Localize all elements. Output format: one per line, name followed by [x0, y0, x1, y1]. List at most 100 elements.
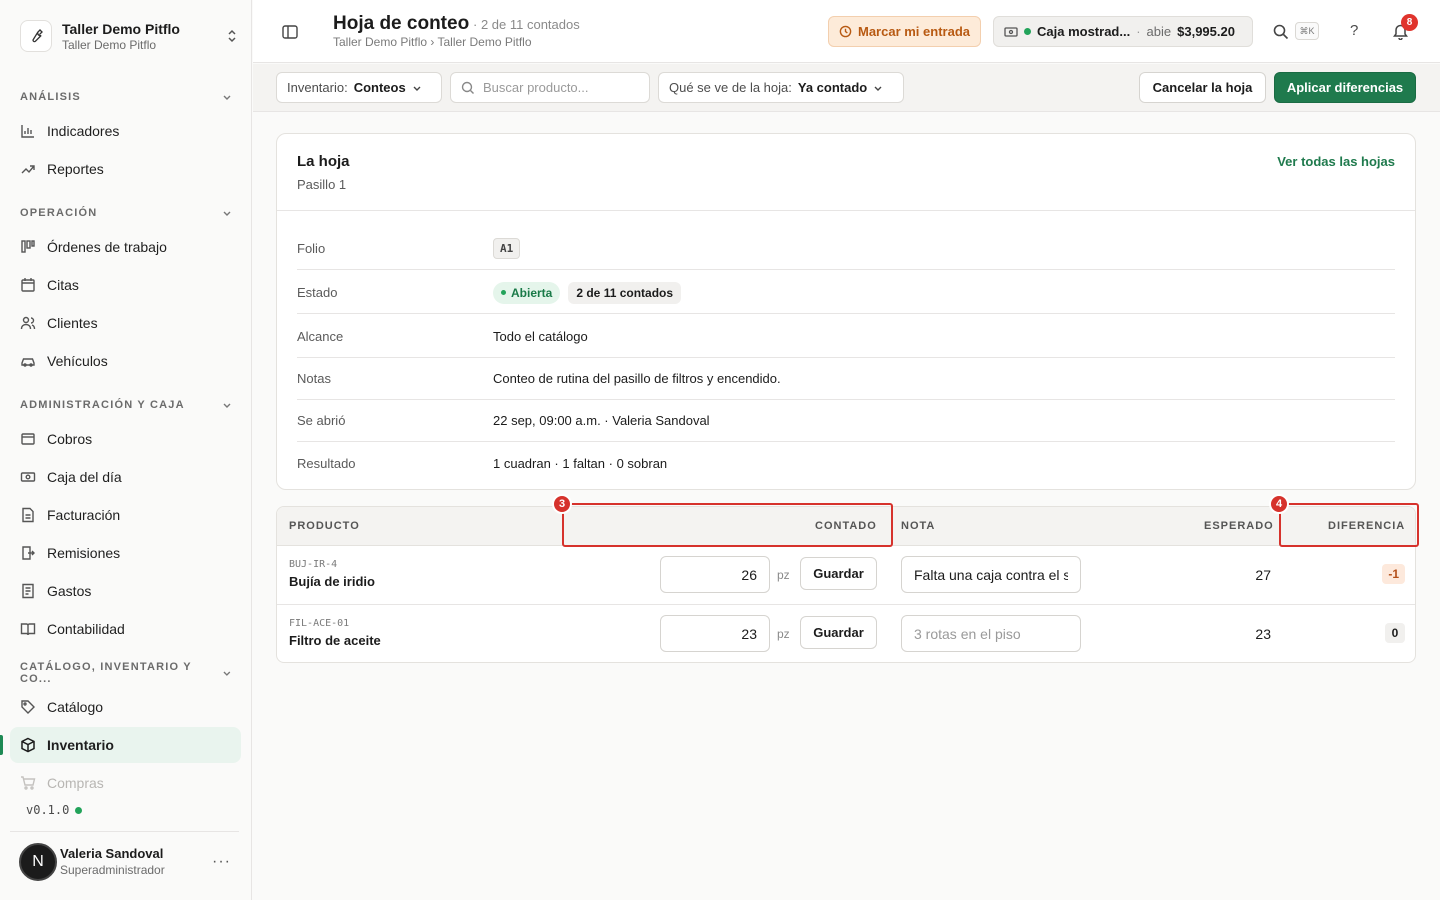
tag-icon: [21, 700, 35, 714]
chevron-down-icon: [223, 95, 231, 100]
status-badge: Abierta: [493, 281, 561, 304]
divider: [10, 831, 239, 832]
more-icon[interactable]: ···: [212, 853, 241, 871]
note-input[interactable]: [901, 615, 1081, 652]
search-input[interactable]: [483, 80, 633, 95]
sidebar-toggle-icon[interactable]: [281, 23, 299, 41]
workspace-sub: Taller Demo Pitflo: [62, 37, 157, 52]
workspace-switcher[interactable]: Taller Demo Pitflo Taller Demo Pitflo: [20, 17, 238, 55]
chevron-down-icon: [223, 671, 231, 676]
folio-chip: A1: [493, 238, 521, 259]
cancel-sheet-button[interactable]: Cancelar la hoja: [1139, 72, 1266, 103]
cash-icon: [20, 472, 36, 482]
expected-value: 23: [1255, 626, 1271, 642]
inventory-select[interactable]: Inventario: Conteos: [276, 72, 442, 103]
note-input[interactable]: [901, 556, 1081, 593]
section-analisis[interactable]: ANÁLISIS: [20, 89, 232, 105]
car-icon: [21, 358, 35, 367]
sidebar-item-cobros[interactable]: Cobros: [10, 421, 241, 457]
divider: [277, 210, 1415, 211]
active-indicator: [0, 735, 3, 755]
counted-input[interactable]: [660, 556, 770, 593]
product-sku: FIL-ACE-01: [289, 618, 350, 629]
shortcut-hint: ⌘K: [1295, 22, 1319, 40]
sidebar-item-indicadores[interactable]: Indicadores: [10, 113, 241, 149]
field-notas: Notas Conteo de rutina del pasillo de fi…: [297, 358, 1395, 400]
sidebar-item-facturacion[interactable]: Facturación: [10, 497, 241, 533]
search-icon: [461, 81, 474, 94]
search-field[interactable]: [450, 72, 650, 103]
page-title: Hoja de conteo: [333, 13, 470, 34]
sidebar-item-gastos[interactable]: Gastos: [10, 573, 241, 609]
status-dot: [75, 806, 83, 814]
sidebar-item-clientes[interactable]: Clientes: [10, 305, 241, 341]
table-row: FIL-ACE-01 Filtro de aceite pz Guardar 2…: [277, 605, 1415, 662]
field-estado: Estado Abierta 2 de 11 contados: [297, 272, 1395, 314]
section-administracion[interactable]: ADMINISTRACIÓN Y CAJA: [20, 397, 232, 413]
sidebar: Taller Demo Pitflo Taller Demo Pitflo AN…: [0, 0, 252, 900]
user-name: Valeria Sandoval: [60, 846, 164, 861]
invoice-icon: [22, 507, 34, 523]
sidebar-item-contabilidad[interactable]: Contabilidad: [10, 611, 241, 647]
sidebar-item-remisiones[interactable]: Remisiones: [10, 535, 241, 571]
avatar: N: [19, 843, 57, 881]
card-subtitle: Pasillo 1: [297, 177, 347, 192]
sidebar-item-compras[interactable]: Compras: [10, 765, 241, 801]
trend-icon: [21, 165, 35, 174]
field-abrio: Se abrió 22 sep, 09:00 a.m. · Valeria Sa…: [297, 400, 1395, 442]
delivery-icon: [22, 546, 35, 560]
version-label: v0.1.0: [26, 803, 83, 817]
search-icon[interactable]: [1272, 23, 1289, 40]
header: Hoja de conteo · 2 de 11 contados Taller…: [253, 0, 1440, 63]
cash-register-selector[interactable]: Caja mostrad... · abie $3,995.20: [993, 16, 1253, 47]
chevron-down-icon: [223, 403, 231, 408]
sidebar-item-inventario[interactable]: Inventario: [10, 727, 241, 763]
section-catalogo[interactable]: CATÁLOGO, INVENTARIO Y CO...: [20, 661, 232, 685]
unit-label: pz: [777, 627, 790, 641]
counted-input[interactable]: [660, 615, 770, 652]
count-badge: 2 de 11 contados: [568, 281, 682, 304]
breadcrumb[interactable]: Taller Demo Pitflo › Taller Demo Pitflo: [333, 35, 532, 49]
sidebar-item-caja[interactable]: Caja del día: [10, 459, 241, 495]
cash-icon: [1004, 26, 1018, 37]
sidebar-item-reportes[interactable]: Reportes: [10, 151, 241, 187]
view-select[interactable]: Qué se ve de la hoja: Ya contado: [658, 72, 904, 103]
product-name: Filtro de aceite: [289, 633, 381, 648]
col-esperado: ESPERADO: [1204, 520, 1274, 532]
box-icon: [21, 737, 35, 753]
section-operacion[interactable]: OPERACIÓN: [20, 205, 232, 221]
view-all-sheets-link[interactable]: Ver todas las hojas: [1277, 154, 1395, 169]
apply-differences-button[interactable]: Aplicar diferencias: [1274, 72, 1416, 103]
difference-badge: -1: [1382, 564, 1405, 584]
users-icon: [20, 316, 36, 330]
sidebar-item-ordenes[interactable]: Órdenes de trabajo: [10, 229, 241, 265]
chevron-down-icon: [413, 86, 421, 91]
field-resultado: Resultado 1 cuadran · 1 faltan · 0 sobra…: [297, 455, 668, 471]
user-menu[interactable]: N Valeria Sandoval Superadministrador ··…: [19, 842, 241, 882]
unit-label: pz: [777, 568, 790, 582]
expected-value: 27: [1255, 567, 1271, 583]
chevron-updown-icon: [228, 29, 236, 43]
notification-badge: 8: [1401, 14, 1418, 31]
count-label: · 2 de 11 contados: [473, 17, 580, 32]
product-name: Bujía de iridio: [289, 574, 375, 589]
sidebar-item-vehiculos[interactable]: Vehículos: [10, 343, 241, 379]
sidebar-item-catalogo[interactable]: Catálogo: [10, 689, 241, 725]
difference-badge: 0: [1385, 623, 1405, 643]
book-icon: [20, 623, 36, 636]
save-button[interactable]: Guardar: [800, 557, 877, 590]
workspace-name: Taller Demo Pitflo: [62, 20, 180, 37]
clock-icon: [839, 25, 852, 38]
save-button[interactable]: Guardar: [800, 616, 877, 649]
field-alcance: Alcance Todo el catálogo: [297, 316, 1395, 358]
annotation-number: 3: [552, 494, 572, 514]
col-nota: NOTA: [901, 520, 936, 532]
chevron-down-icon: [223, 211, 231, 216]
sidebar-item-citas[interactable]: Citas: [10, 267, 241, 303]
help-icon[interactable]: ?: [1350, 22, 1358, 39]
wallet-icon: [21, 433, 35, 445]
calendar-icon: [21, 278, 35, 292]
cart-icon: [21, 776, 36, 790]
clock-in-button[interactable]: Marcar mi entrada: [828, 16, 981, 47]
col-producto: PRODUCTO: [289, 520, 360, 532]
